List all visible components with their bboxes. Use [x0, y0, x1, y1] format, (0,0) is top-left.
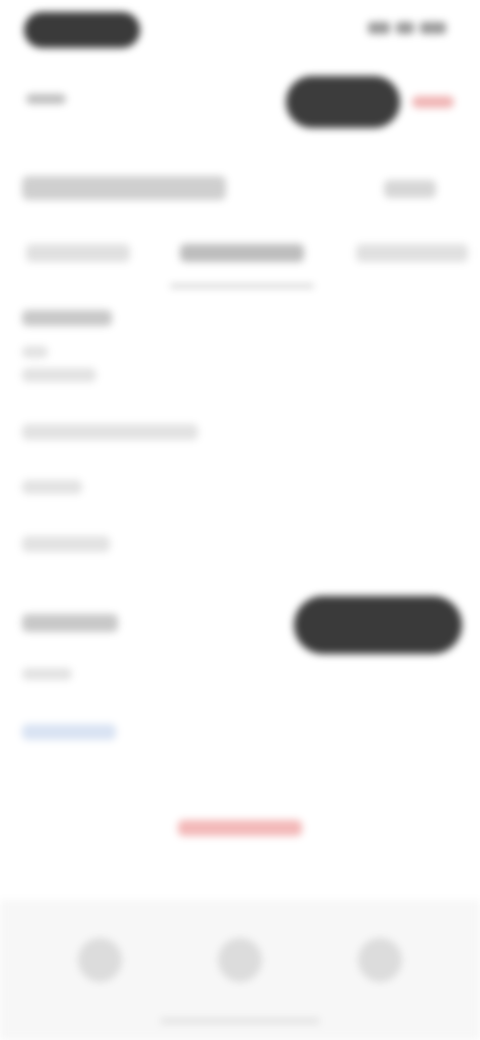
tab-selected-indicator [170, 284, 314, 288]
top-action-button[interactable] [286, 76, 400, 128]
home-icon[interactable] [78, 938, 122, 982]
blue-link[interactable] [22, 724, 116, 740]
list-item[interactable] [22, 668, 72, 680]
list-item[interactable] [22, 368, 96, 382]
tab-first[interactable] [26, 244, 130, 262]
tab-third[interactable] [356, 244, 468, 262]
profile-icon[interactable] [358, 938, 402, 982]
back-arrow-icon[interactable] [26, 88, 66, 110]
screen [0, 0, 480, 1040]
signal-icon [368, 22, 390, 34]
list-item[interactable] [22, 346, 48, 358]
status-indicators [368, 22, 446, 34]
tab-second-selected[interactable] [180, 244, 304, 262]
list-item-title [22, 310, 112, 326]
wifi-icon [396, 22, 414, 34]
primary-action-button[interactable] [294, 596, 462, 654]
bottom-navigation [0, 900, 480, 1040]
section-subtitle [22, 614, 118, 632]
status-bar-pill [24, 12, 140, 48]
red-action-icon[interactable] [410, 88, 458, 116]
destructive-link[interactable] [178, 820, 302, 836]
list-item[interactable] [22, 480, 82, 494]
section-title [22, 176, 226, 200]
search-icon[interactable] [218, 938, 262, 982]
battery-icon [420, 22, 446, 34]
list-item[interactable] [22, 424, 198, 440]
home-indicator [160, 1018, 320, 1024]
section-link[interactable] [384, 180, 436, 198]
list-item[interactable] [22, 536, 110, 552]
